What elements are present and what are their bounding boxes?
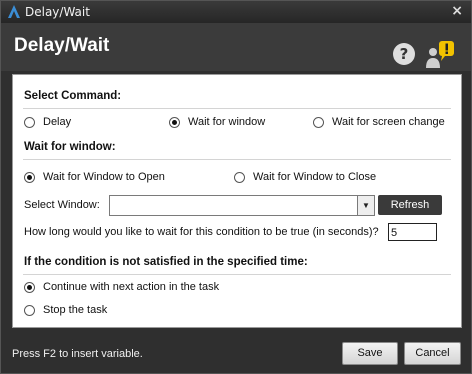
radio-button	[234, 171, 245, 183]
radio-button	[24, 116, 35, 128]
select-command-heading: Select Command:	[24, 90, 122, 102]
radio-label: Continue with next action in the task	[43, 281, 220, 293]
radio-button	[24, 304, 35, 316]
not-satisfied-heading: If the condition is not satisfied in the…	[24, 256, 308, 268]
radio-wait-for-window[interactable]: Wait for window	[169, 116, 265, 128]
radio-label: Delay	[43, 116, 72, 128]
help-icon[interactable]: ?	[393, 43, 415, 65]
select-window-label: Select Window:	[24, 199, 100, 211]
divider	[23, 274, 451, 275]
dialog-header: Delay/Wait ?	[1, 23, 471, 71]
close-icon[interactable]: ×	[451, 3, 463, 19]
radio-button-selected	[169, 116, 180, 128]
radio-delay[interactable]: Delay	[24, 116, 71, 128]
chevron-down-icon[interactable]: ▼	[357, 196, 374, 215]
radio-label: Wait for Window to Open	[43, 171, 165, 183]
radio-label: Stop the task	[43, 304, 108, 316]
divider	[23, 108, 451, 109]
wait-for-window-heading: Wait for window:	[24, 141, 116, 153]
save-button[interactable]: Save	[342, 342, 398, 365]
timeout-seconds-input[interactable]: 5	[388, 223, 437, 241]
radio-wait-for-screen-change[interactable]: Wait for screen change	[313, 116, 445, 128]
variable-hint: Press F2 to insert variable.	[12, 348, 143, 360]
radio-continue-next-action[interactable]: Continue with next action in the task	[24, 281, 219, 293]
refresh-button[interactable]: Refresh	[378, 195, 442, 215]
radio-label: Wait for Window to Close	[253, 171, 377, 183]
radio-label: Wait for screen change	[332, 116, 445, 128]
radio-stop-task[interactable]: Stop the task	[24, 304, 107, 316]
page-title: Delay/Wait	[14, 35, 110, 56]
timeout-question-label: How long would you like to wait for this…	[24, 226, 379, 238]
radio-wait-window-open[interactable]: Wait for Window to Open	[24, 171, 165, 183]
settings-panel: Select Command: Delay Wait for window Wa…	[12, 74, 462, 328]
radio-wait-window-close[interactable]: Wait for Window to Close	[234, 171, 376, 183]
delay-wait-dialog: Delay/Wait × Delay/Wait ? Select Command…	[0, 0, 472, 374]
radio-label: Wait for window	[188, 116, 266, 128]
radio-button-selected	[24, 171, 35, 183]
divider	[23, 159, 451, 160]
cancel-button[interactable]: Cancel	[404, 342, 461, 365]
select-window-dropdown[interactable]: ▼	[109, 195, 375, 216]
radio-button-selected	[24, 281, 35, 293]
dialog-footer: Press F2 to insert variable. Save Cancel	[1, 334, 471, 373]
title-bar: Delay/Wait ×	[1, 1, 471, 23]
radio-button	[313, 116, 324, 128]
app-logo-icon	[8, 5, 20, 18]
user-alert-icon[interactable]	[423, 40, 457, 70]
window-title: Delay/Wait	[25, 5, 90, 19]
